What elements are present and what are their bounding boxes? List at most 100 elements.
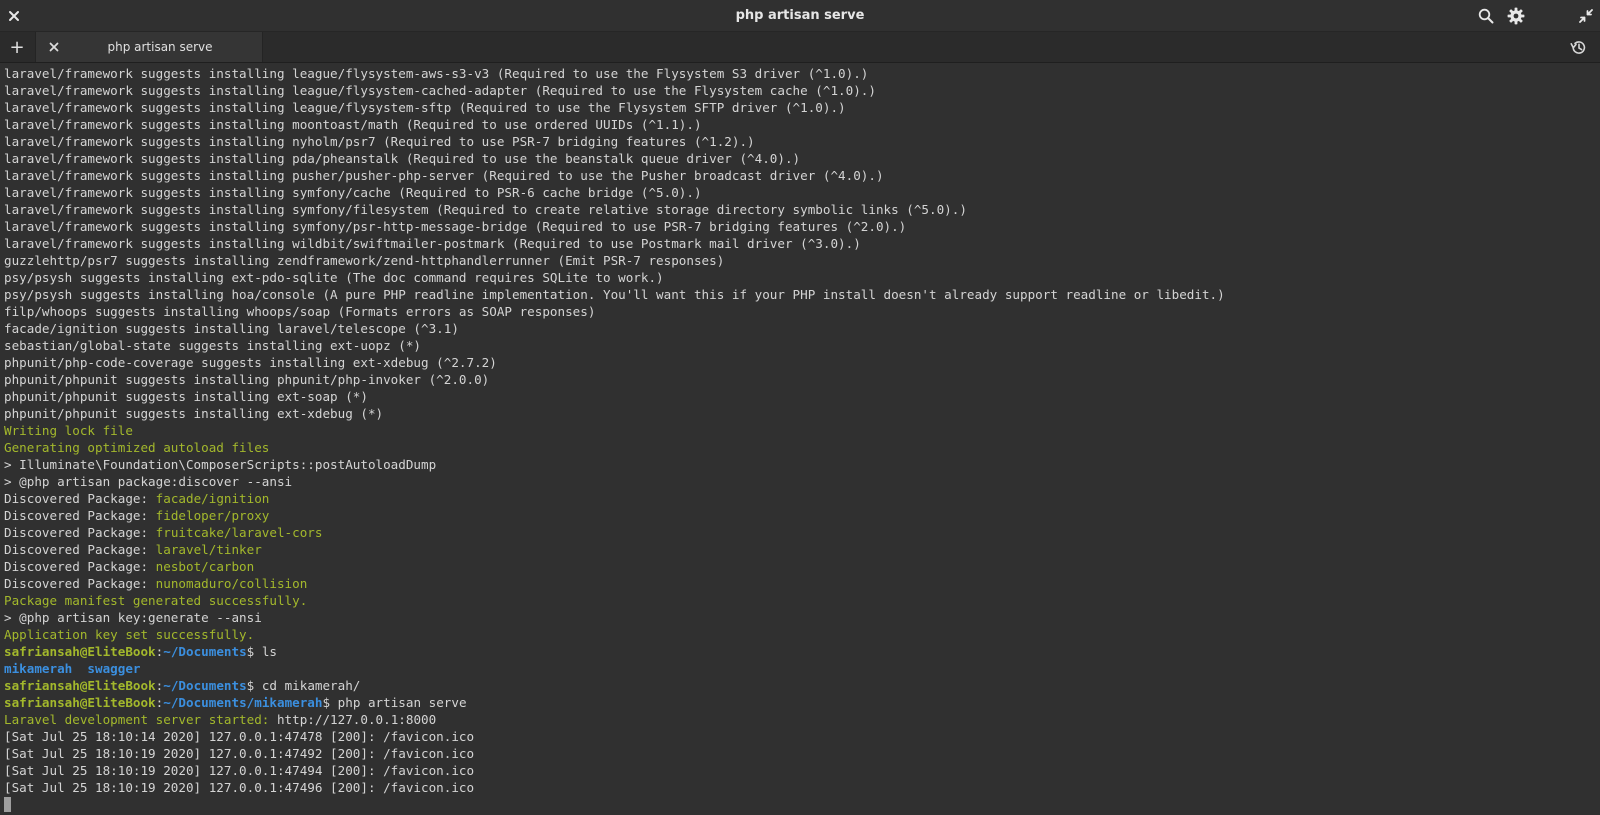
terminal-segment: ~/Documents	[163, 644, 247, 659]
terminal-line: Generating optimized autoload files	[4, 439, 1225, 456]
terminal-segment: laravel/framework suggests installing sy…	[4, 219, 907, 234]
terminal-segment: Discovered Package:	[4, 576, 156, 591]
terminal-segment: Discovered Package:	[4, 542, 156, 557]
terminal-segment: $ cd mikamerah/	[246, 678, 361, 693]
terminal-segment: ~/Documents/mikamerah	[163, 695, 323, 710]
terminal-segment: Discovered Package:	[4, 491, 156, 506]
terminal-segment: > @php artisan package:discover --ansi	[4, 474, 293, 489]
terminal-line: phpunit/php-code-coverage suggests insta…	[4, 354, 1225, 371]
terminal-segment: [Sat Jul 25 18:10:14 2020] 127.0.0.1:474…	[4, 729, 475, 744]
terminal-line: > @php artisan package:discover --ansi	[4, 473, 1225, 490]
terminal-segment: guzzlehttp/psr7 suggests installing zend…	[4, 253, 725, 268]
terminal-segment: sebastian/global-state suggests installi…	[4, 338, 422, 353]
terminal-segment: nesbot/carbon	[155, 559, 255, 574]
terminal-line: Discovered Package: fruitcake/laravel-co…	[4, 524, 1225, 541]
terminal-input-line[interactable]	[4, 796, 1225, 813]
terminal-line: laravel/framework suggests installing le…	[4, 82, 1225, 99]
terminal-segment: facade/ignition	[155, 491, 270, 506]
terminal-line: Discovered Package: nesbot/carbon	[4, 558, 1225, 575]
window-title: php artisan serve	[735, 8, 865, 23]
terminal-line: [Sat Jul 25 18:10:19 2020] 127.0.0.1:474…	[4, 779, 1225, 796]
terminal-line: guzzlehttp/psr7 suggests installing zend…	[4, 252, 1225, 269]
terminal-segment: ~/Documents	[163, 678, 247, 693]
terminal-line: laravel/framework suggests installing sy…	[4, 201, 1225, 218]
terminal-line: Discovered Package: fideloper/proxy	[4, 507, 1225, 524]
terminal-segment: laravel/framework suggests installing le…	[4, 100, 846, 115]
terminal-segment: safriansah@EliteBook	[4, 644, 156, 659]
terminal-segment: laravel/framework suggests installing pd…	[4, 151, 801, 166]
terminal-line: laravel/framework suggests installing mo…	[4, 116, 1225, 133]
terminal-segment: facade/ignition suggests installing lara…	[4, 321, 459, 336]
terminal-segment: > Illuminate\Foundation\ComposerScripts:…	[4, 457, 437, 472]
terminal-line: laravel/framework suggests installing le…	[4, 65, 1225, 82]
terminal-line: Package manifest generated successfully.	[4, 592, 1225, 609]
terminal-line: [Sat Jul 25 18:10:14 2020] 127.0.0.1:474…	[4, 728, 1225, 745]
terminal-line: phpunit/phpunit suggests installing ext-…	[4, 405, 1225, 422]
terminal-cursor	[4, 797, 11, 812]
terminal-segment: laravel/framework suggests installing pu…	[4, 168, 884, 183]
terminal-line: phpunit/phpunit suggests installing phpu…	[4, 371, 1225, 388]
history-icon[interactable]	[1568, 37, 1588, 57]
unmaximize-icon[interactable]	[1576, 6, 1596, 26]
terminal-line: Discovered Package: facade/ignition	[4, 490, 1225, 507]
terminal-line: psy/psysh suggests installing hoa/consol…	[4, 286, 1225, 303]
terminal-segment: laravel/framework suggests installing wi…	[4, 236, 861, 251]
terminal-line: laravel/framework suggests installing ny…	[4, 133, 1225, 150]
terminal-line: Discovered Package: laravel/tinker	[4, 541, 1225, 558]
gear-icon[interactable]	[1506, 6, 1526, 26]
terminal-segment: phpunit/php-code-coverage suggests insta…	[4, 355, 497, 370]
tab-php-artisan-serve[interactable]: php artisan serve	[35, 32, 263, 62]
terminal-segment: $ ls	[246, 644, 277, 659]
terminal-line: [Sat Jul 25 18:10:19 2020] 127.0.0.1:474…	[4, 745, 1225, 762]
search-icon[interactable]	[1476, 6, 1496, 26]
terminal-segment: Discovered Package:	[4, 525, 156, 540]
terminal-segment: Discovered Package:	[4, 559, 156, 574]
terminal-line: laravel/framework suggests installing pd…	[4, 150, 1225, 167]
terminal-segment: fideloper/proxy	[155, 508, 270, 523]
terminal-segment: laravel/framework suggests installing sy…	[4, 185, 702, 200]
terminal-segment: phpunit/phpunit suggests installing ext-…	[4, 406, 384, 421]
terminal-view[interactable]: laravel/framework suggests installing le…	[0, 63, 1600, 815]
terminal-line: safriansah@EliteBook:~/Documents$ cd mik…	[4, 677, 1225, 694]
terminal-segment: psy/psysh suggests installing hoa/consol…	[4, 287, 1225, 302]
terminal-line: facade/ignition suggests installing lara…	[4, 320, 1225, 337]
terminal-segment: http://127.0.0.1:8000	[276, 712, 437, 727]
terminal-line: laravel/framework suggests installing sy…	[4, 184, 1225, 201]
tab-close-icon[interactable]	[44, 37, 64, 57]
terminal-line: Discovered Package: nunomaduro/collision	[4, 575, 1225, 592]
terminal-line: [Sat Jul 25 18:10:19 2020] 127.0.0.1:474…	[4, 762, 1225, 779]
terminal-segment: Generating optimized autoload files	[4, 440, 270, 455]
terminal-segment: laravel/framework suggests installing le…	[4, 66, 869, 81]
terminal-line: filp/whoops suggests installing whoops/s…	[4, 303, 1225, 320]
terminal-segment	[72, 661, 87, 676]
terminal-segment: $ php artisan serve	[322, 695, 467, 710]
terminal-segment: Application key set successfully.	[4, 627, 255, 642]
terminal-line: laravel/framework suggests installing pu…	[4, 167, 1225, 184]
terminal-output: laravel/framework suggests installing le…	[4, 65, 1225, 813]
terminal-segment: mikamerah	[4, 661, 73, 676]
close-icon[interactable]	[4, 6, 24, 26]
terminal-segment: nunomaduro/collision	[155, 576, 308, 591]
terminal-line: Application key set successfully.	[4, 626, 1225, 643]
terminal-segment: Package manifest generated successfully.	[4, 593, 308, 608]
terminal-segment: safriansah@EliteBook	[4, 678, 156, 693]
terminal-line: Writing lock file	[4, 422, 1225, 439]
terminal-segment: [Sat Jul 25 18:10:19 2020] 127.0.0.1:474…	[4, 746, 475, 761]
terminal-line: laravel/framework suggests installing wi…	[4, 235, 1225, 252]
tab-bar: + php artisan serve	[0, 32, 1600, 63]
terminal-segment: Laravel development server started:	[4, 712, 277, 727]
new-tab-button[interactable]: +	[0, 32, 34, 62]
terminal-segment: filp/whoops suggests installing whoops/s…	[4, 304, 596, 319]
terminal-segment: > @php artisan key:generate --ansi	[4, 610, 262, 625]
terminal-segment: laravel/tinker	[155, 542, 262, 557]
tab-label: php artisan serve	[107, 40, 213, 54]
terminal-segment: Discovered Package:	[4, 508, 156, 523]
terminal-segment: psy/psysh suggests installing ext-pdo-sq…	[4, 270, 664, 285]
title-bar: php artisan serve	[0, 0, 1600, 32]
terminal-segment: fruitcake/laravel-cors	[155, 525, 323, 540]
terminal-line: phpunit/phpunit suggests installing ext-…	[4, 388, 1225, 405]
terminal-segment: laravel/framework suggests installing mo…	[4, 117, 702, 132]
terminal-segment: phpunit/phpunit suggests installing phpu…	[4, 372, 490, 387]
terminal-line: safriansah@EliteBook:~/Documents$ ls	[4, 643, 1225, 660]
terminal-segment: [Sat Jul 25 18:10:19 2020] 127.0.0.1:474…	[4, 763, 475, 778]
